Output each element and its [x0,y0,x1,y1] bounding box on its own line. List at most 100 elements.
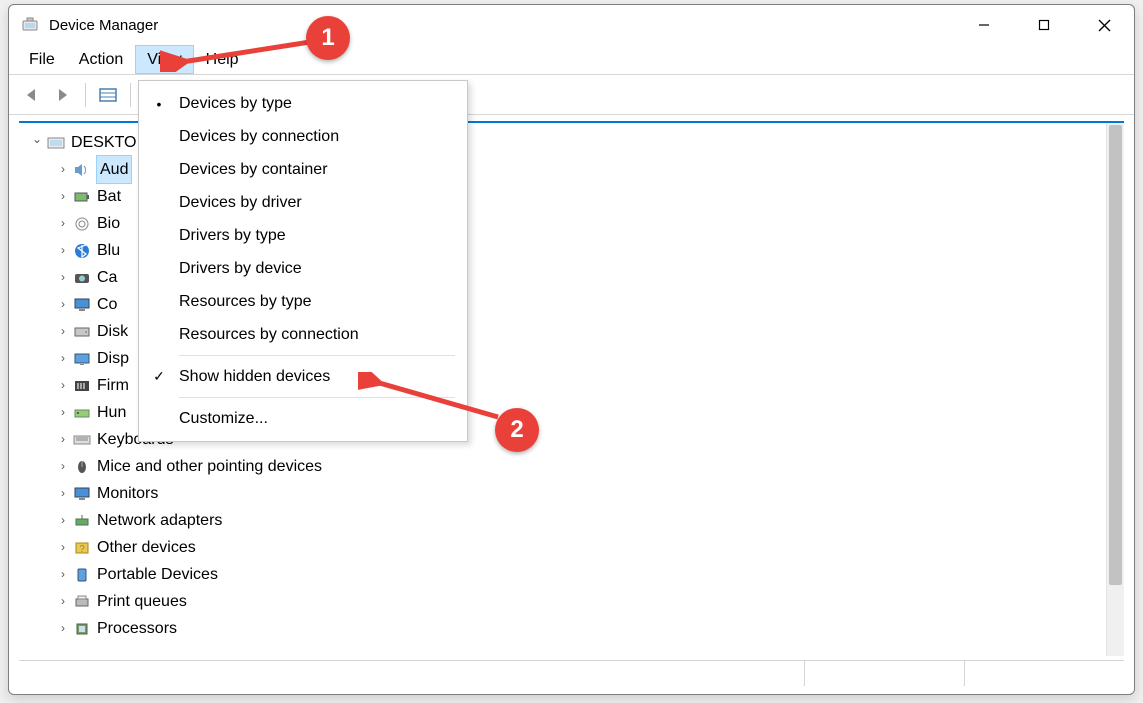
chevron-right-icon[interactable] [55,399,71,426]
menu-item[interactable]: Devices by connection [139,120,467,153]
properties-button[interactable] [94,81,122,109]
menu-item[interactable]: Customize... [139,402,467,435]
battery-icon [71,187,93,207]
network-icon [71,511,93,531]
bluetooth-icon [71,241,93,261]
tree-item-label: Bio [97,210,120,237]
menu-item[interactable]: Devices by driver [139,186,467,219]
hid-icon [71,403,93,423]
tree-item-label: Mice and other pointing devices [97,453,322,480]
mouse-icon [71,457,93,477]
check-icon: ✓ [139,368,179,385]
tree-item-label: Portable Devices [97,561,218,588]
chevron-right-icon[interactable] [55,372,71,399]
menu-help[interactable]: Help [194,45,251,74]
disk-icon [71,322,93,342]
tree-item-label: Monitors [97,480,158,507]
window-controls [954,5,1134,45]
forward-button[interactable] [49,81,77,109]
tree-item[interactable]: ? Other devices [27,534,1124,561]
chevron-right-icon[interactable] [55,507,71,534]
chevron-right-icon[interactable] [55,480,71,507]
toolbar-separator [85,83,86,107]
chevron-right-icon[interactable] [55,345,71,372]
app-icon [21,16,39,34]
display-icon [71,349,93,369]
other-icon: ? [71,538,93,558]
tree-item-label: Processors [97,615,177,642]
chevron-right-icon[interactable] [55,534,71,561]
menu-separator [179,355,455,356]
chevron-right-icon[interactable] [55,615,71,642]
chevron-right-icon[interactable] [55,156,71,183]
chevron-right-icon[interactable] [55,588,71,615]
tree-item-label: Firm [97,372,129,399]
menu-action[interactable]: Action [67,45,135,74]
menu-item[interactable]: Drivers by type [139,219,467,252]
monitor-icon [71,484,93,504]
tree-item[interactable]: Network adapters [27,507,1124,534]
tree-item-label: Co [97,291,117,318]
menubar: File Action View Help [9,45,1134,75]
fingerprint-icon [71,214,93,234]
chevron-right-icon[interactable] [55,183,71,210]
tree-item-label: Hun [97,399,126,426]
menu-item-label: Devices by container [179,161,328,179]
menu-item[interactable]: Resources by type [139,285,467,318]
chevron-right-icon[interactable] [55,453,71,480]
chevron-right-icon[interactable] [55,210,71,237]
menu-item-label: Resources by type [179,293,312,311]
menu-separator [179,397,455,398]
toolbar-separator [130,83,131,107]
tree-item-label: Network adapters [97,507,222,534]
minimize-button[interactable] [954,5,1014,45]
menu-item-label: Show hidden devices [179,368,330,386]
menu-item-label: Drivers by type [179,227,286,245]
dot-icon: • [139,96,179,112]
chevron-right-icon[interactable] [55,264,71,291]
vertical-scrollbar[interactable] [1106,123,1124,656]
chevron-right-icon[interactable] [55,318,71,345]
menu-item[interactable]: Devices by container [139,153,467,186]
portable-icon [71,565,93,585]
menu-item[interactable]: Resources by connection [139,318,467,351]
tree-item[interactable]: Monitors [27,480,1124,507]
menu-file[interactable]: File [17,45,67,74]
chevron-right-icon[interactable] [55,237,71,264]
menu-view[interactable]: View [135,45,193,74]
menu-item-label: Customize... [179,410,268,428]
view-dropdown-menu: •Devices by type Devices by connection Dev… [138,80,468,442]
tree-item[interactable]: Portable Devices [27,561,1124,588]
scrollbar-thumb[interactable] [1109,125,1122,585]
tree-item[interactable]: Processors [27,615,1124,642]
chevron-down-icon[interactable] [29,129,45,156]
computer-icon [45,133,67,153]
maximize-button[interactable] [1014,5,1074,45]
tree-item[interactable]: Print queues [27,588,1124,615]
printer-icon [71,592,93,612]
tree-item-label: Other devices [97,534,196,561]
menu-item-label: Devices by connection [179,128,339,146]
menu-item-label: Resources by connection [179,326,359,344]
close-button[interactable] [1074,5,1134,45]
menu-item-label: Devices by type [179,95,292,113]
menu-item[interactable]: ✓Show hidden devices [139,360,467,393]
chevron-right-icon[interactable] [55,291,71,318]
menu-item[interactable]: •Devices by type [139,87,467,120]
window-title: Device Manager [49,17,158,34]
chevron-right-icon[interactable] [55,561,71,588]
statusbar-cell [804,661,964,686]
chevron-right-icon[interactable] [55,426,71,453]
tree-item[interactable]: Mice and other pointing devices [27,453,1124,480]
annotation-callout-2: 2 [495,408,539,452]
menu-item[interactable]: Drivers by device [139,252,467,285]
statusbar-cell [964,661,1124,686]
svg-text:?: ? [79,544,85,555]
monitor-icon [71,295,93,315]
tree-item-label: Aud [97,156,131,183]
titlebar: Device Manager [9,5,1134,45]
tree-item-label: Print queues [97,588,187,615]
back-button[interactable] [19,81,47,109]
firmware-icon [71,376,93,396]
camera-icon [71,268,93,288]
